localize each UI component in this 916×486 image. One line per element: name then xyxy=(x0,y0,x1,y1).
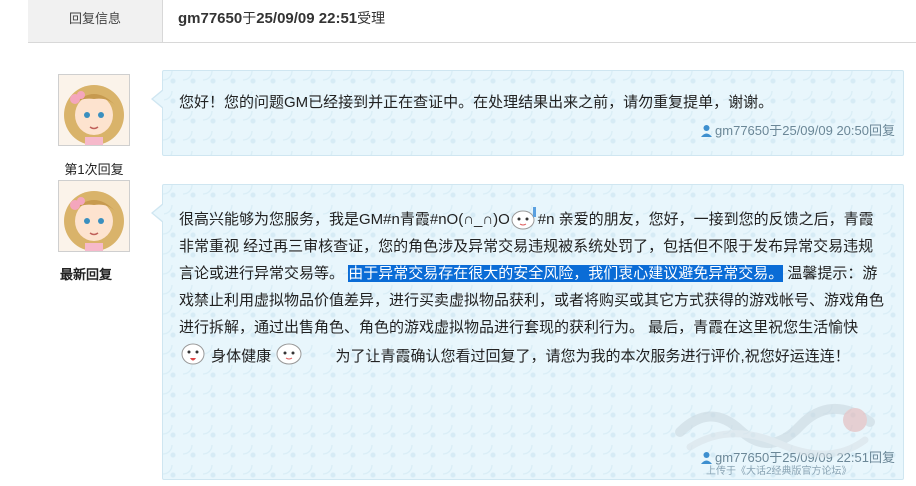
reply-info-header: 回复信息 gm77650于25/09/09 22:51受理 xyxy=(28,0,916,43)
avatar-icon xyxy=(59,75,129,145)
ticket-datetime: 25/09/09 22:51 xyxy=(256,10,358,27)
avatar xyxy=(58,180,130,252)
at-text: 于 xyxy=(242,10,257,26)
reply-message: 很高兴能够为您服务，我是GM#n青霞#nO(∩_∩)O #n 亲爱的朋友，您好，一… xyxy=(179,205,887,370)
ticket-status-line: gm77650于25/09/09 22:51受理 xyxy=(178,8,385,28)
person-icon xyxy=(701,125,713,137)
emoticon-icon xyxy=(181,343,205,365)
reply-info-label: 回复信息 xyxy=(28,0,163,42)
gm-name: gm77650 xyxy=(178,10,243,27)
avatar-icon xyxy=(59,181,129,251)
avatar xyxy=(58,74,130,146)
reply-bubble: 您好！您的问题GM已经接到并正在查证中。在处理结果出来之前，请勿重复提单，谢谢。… xyxy=(151,70,904,156)
emoticon-icon xyxy=(511,207,536,230)
highlighted-text: 由于异常交易存在很大的安全风险，我们衷心建议避免异常交易。 xyxy=(348,265,784,282)
reply-message: 您好！您的问题GM已经接到并正在查证中。在处理结果出来之前，请勿重复提单，谢谢。 xyxy=(179,94,774,111)
reply-meta: gm77650于25/09/09 20:50回复 xyxy=(700,120,895,139)
emoticon-icon xyxy=(276,343,302,365)
reply-index-label: 第1次回复 xyxy=(64,162,124,177)
latest-reply-label: 最新回复 xyxy=(60,267,113,282)
ticket-status: 受理 xyxy=(357,10,386,26)
watermark-caption: 上传于《大话2经典版官方论坛》 xyxy=(706,466,852,477)
